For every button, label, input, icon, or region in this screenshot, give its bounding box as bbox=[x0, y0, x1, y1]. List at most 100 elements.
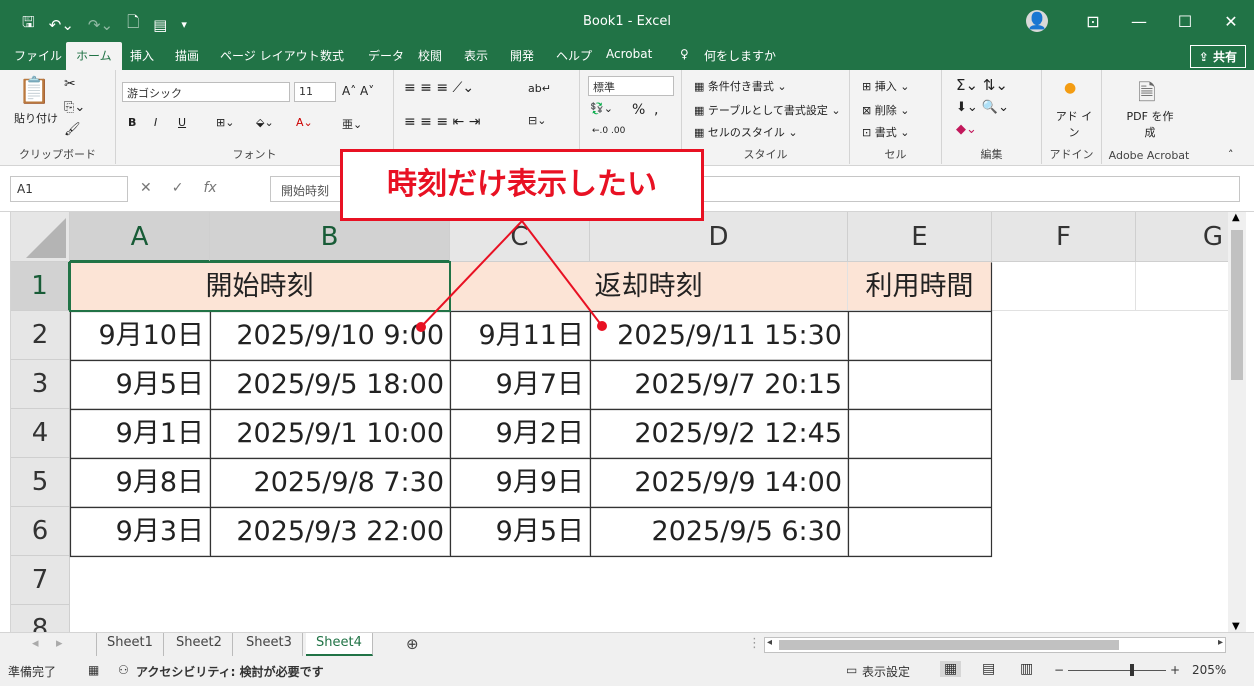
zoom-level[interactable]: 205% bbox=[1192, 663, 1226, 677]
currency-icon[interactable]: 💱⌄ bbox=[590, 102, 613, 115]
name-box[interactable]: A1 bbox=[10, 176, 128, 202]
borders-icon[interactable]: ⊞⌄ bbox=[216, 116, 234, 129]
macro-record-icon[interactable]: ▦ bbox=[88, 663, 99, 677]
ribbon-display-icon[interactable]: ⊡ bbox=[1070, 12, 1116, 31]
maximize-icon[interactable]: ☐ bbox=[1162, 12, 1208, 31]
display-settings[interactable]: 表示設定 bbox=[862, 663, 910, 680]
tell-me-icon[interactable]: ♀ bbox=[680, 47, 689, 61]
group-editing: Σ⌄ ⇅⌄ ⬇⌄ 🔍⌄ ◆⌄ 編集 bbox=[942, 70, 1042, 164]
create-pdf-button[interactable]: PDF を作成 bbox=[1126, 108, 1174, 140]
underline-button[interactable]: U bbox=[178, 116, 186, 129]
hscroll-thumb[interactable] bbox=[779, 640, 1119, 650]
scroll-thumb[interactable] bbox=[1231, 230, 1243, 380]
addins-icon[interactable]: ● bbox=[1064, 80, 1076, 96]
add-sheet-icon[interactable]: ⊕ bbox=[406, 635, 419, 653]
tab-view[interactable]: 表示 bbox=[464, 47, 488, 64]
tab-page-layout[interactable]: ページ レイアウト bbox=[220, 47, 320, 64]
number-format-select[interactable]: 標準 bbox=[588, 76, 674, 96]
format-cells-label: 書式 bbox=[874, 126, 897, 139]
cancel-icon[interactable]: ✕ bbox=[140, 180, 152, 196]
split-handle-icon[interactable]: ⋮ bbox=[748, 636, 761, 651]
font-name-select[interactable]: 游ゴシック bbox=[122, 82, 290, 102]
page-layout-view-icon[interactable]: ▤ bbox=[982, 661, 995, 677]
tab-developer[interactable]: 開発 bbox=[510, 47, 534, 64]
tab-review[interactable]: 校閲 bbox=[418, 47, 442, 64]
tab-acrobat[interactable]: Acrobat bbox=[606, 47, 652, 61]
close-icon[interactable]: ✕ bbox=[1208, 12, 1254, 31]
format-cells-button[interactable]: ⊡ 書式 ⌄ bbox=[862, 124, 909, 140]
editing-label: 編集 bbox=[980, 148, 1003, 161]
percent-button[interactable]: % bbox=[632, 102, 645, 118]
tab-draw[interactable]: 描画 bbox=[175, 47, 199, 64]
scroll-down-icon[interactable]: ▼ bbox=[1232, 621, 1240, 632]
font-size-select[interactable]: 11 bbox=[294, 82, 336, 102]
wrap-text-icon[interactable]: ab↵ bbox=[528, 82, 551, 95]
cell-styles-button[interactable]: ▦ セルのスタイル ⌄ bbox=[694, 124, 798, 140]
merge-center-icon[interactable]: ⊟⌄ bbox=[528, 114, 546, 127]
styles-label: スタイル bbox=[743, 148, 788, 161]
tab-data[interactable]: データ bbox=[368, 47, 404, 64]
clear-icon[interactable]: ◆⌄ bbox=[956, 122, 977, 137]
zoom-out-icon[interactable]: − bbox=[1054, 663, 1064, 677]
align-top-icon[interactable]: ≡ ≡ ≡ ⟋⌄ bbox=[404, 80, 474, 96]
hscroll-left-icon[interactable]: ◂ bbox=[767, 637, 772, 648]
vertical-scrollbar[interactable]: ▲ ▼ bbox=[1228, 212, 1246, 632]
normal-view-icon[interactable]: ▦ bbox=[940, 661, 962, 677]
accessibility-status[interactable]: アクセシビリティ: 検討が必要です bbox=[136, 663, 324, 680]
increase-decimal-icon[interactable]: ←.0 .00 bbox=[592, 126, 625, 136]
tab-file[interactable]: ファイル bbox=[14, 47, 62, 64]
insert-function-icon[interactable]: fx bbox=[203, 180, 216, 196]
bold-button[interactable]: B bbox=[128, 116, 136, 129]
format-as-table-button[interactable]: ▦ テーブルとして書式設定 ⌄ bbox=[694, 102, 841, 118]
page-break-view-icon[interactable]: ▥ bbox=[1020, 661, 1033, 677]
tell-me-search[interactable]: 何をしますか bbox=[704, 47, 776, 64]
delete-cells-button[interactable]: ⊠ 削除 ⌄ bbox=[862, 102, 909, 118]
tab-help[interactable]: ヘルプ bbox=[556, 47, 592, 64]
sheet-tab-4[interactable]: Sheet4 bbox=[306, 633, 373, 656]
sheet-nav-right-icon[interactable]: ▸ bbox=[56, 636, 63, 651]
zoom-slider[interactable] bbox=[1068, 670, 1166, 671]
addins-button[interactable]: アド イン bbox=[1054, 108, 1094, 140]
sheet-nav-left-icon[interactable]: ◂ bbox=[32, 636, 39, 651]
insert-cells-button[interactable]: ⊞ 挿入 ⌄ bbox=[862, 78, 909, 94]
enter-icon[interactable]: ✓ bbox=[172, 180, 184, 196]
zoom-in-icon[interactable]: + bbox=[1170, 663, 1180, 677]
conditional-format-button[interactable]: ▦ 条件付き書式 ⌄ bbox=[694, 78, 787, 94]
sheet-tab-3[interactable]: Sheet3 bbox=[236, 633, 303, 656]
account-avatar-icon[interactable]: 👤 bbox=[1026, 10, 1048, 32]
group-clipboard: 📋 貼り付け ✂ ⎘⌄ 🖌 クリップボード bbox=[0, 70, 116, 164]
fill-color-icon[interactable]: ⬙⌄ bbox=[256, 116, 274, 129]
collapse-ribbon-icon[interactable]: ˄ bbox=[1228, 148, 1234, 161]
share-button[interactable]: ⇪ 共有 bbox=[1189, 45, 1246, 68]
minimize-icon[interactable]: — bbox=[1116, 12, 1162, 31]
tab-insert[interactable]: 挿入 bbox=[130, 47, 154, 64]
copy-icon[interactable]: ⎘⌄ bbox=[64, 100, 85, 115]
autosum-icon[interactable]: Σ⌄ ⇅⌄ bbox=[956, 76, 1008, 94]
sheet-tab-1[interactable]: Sheet1 bbox=[96, 633, 164, 656]
phonetic-icon[interactable]: 亜⌄ bbox=[342, 116, 362, 132]
cells-label: セル bbox=[884, 148, 907, 161]
status-ready: 準備完了 bbox=[8, 665, 57, 679]
sheet-tab-2[interactable]: Sheet2 bbox=[166, 633, 233, 656]
group-addins: ● アド イン アドイン bbox=[1042, 70, 1102, 164]
group-cells: ⊞ 挿入 ⌄ ⊠ 削除 ⌄ ⊡ 書式 ⌄ セル bbox=[850, 70, 942, 164]
worksheet-grid[interactable]: A B C D E F G 1 2 3 4 5 6 7 8 開始時刻 返却時刻 … bbox=[10, 212, 1228, 632]
cut-icon[interactable]: ✂ bbox=[64, 76, 76, 92]
hscroll-right-icon[interactable]: ▸ bbox=[1218, 637, 1223, 648]
paste-button[interactable]: 貼り付け bbox=[14, 110, 58, 126]
font-color-icon[interactable]: A⌄ bbox=[296, 116, 313, 129]
paste-icon[interactable]: 📋 bbox=[18, 76, 50, 106]
italic-button[interactable]: I bbox=[154, 116, 157, 129]
display-settings-icon[interactable]: ▭ bbox=[846, 663, 857, 677]
format-painter-icon[interactable]: 🖌 bbox=[64, 122, 81, 137]
tab-home[interactable]: ホーム bbox=[66, 42, 122, 70]
horizontal-scrollbar[interactable]: ◂ ▸ bbox=[764, 637, 1226, 653]
accessibility-icon[interactable]: ⚇ bbox=[118, 663, 129, 677]
comma-button[interactable]: , bbox=[654, 102, 658, 118]
tab-formulas[interactable]: 数式 bbox=[320, 47, 344, 64]
align-left-icon[interactable]: ≡ ≡ ≡ ⇤ ⇥ bbox=[404, 114, 480, 130]
fill-icon[interactable]: ⬇⌄ 🔍⌄ bbox=[956, 100, 1009, 115]
scroll-up-icon[interactable]: ▲ bbox=[1232, 212, 1240, 223]
zoom-slider-thumb[interactable] bbox=[1130, 664, 1134, 676]
grow-font-icon[interactable]: A˄ A˅ bbox=[342, 84, 374, 98]
